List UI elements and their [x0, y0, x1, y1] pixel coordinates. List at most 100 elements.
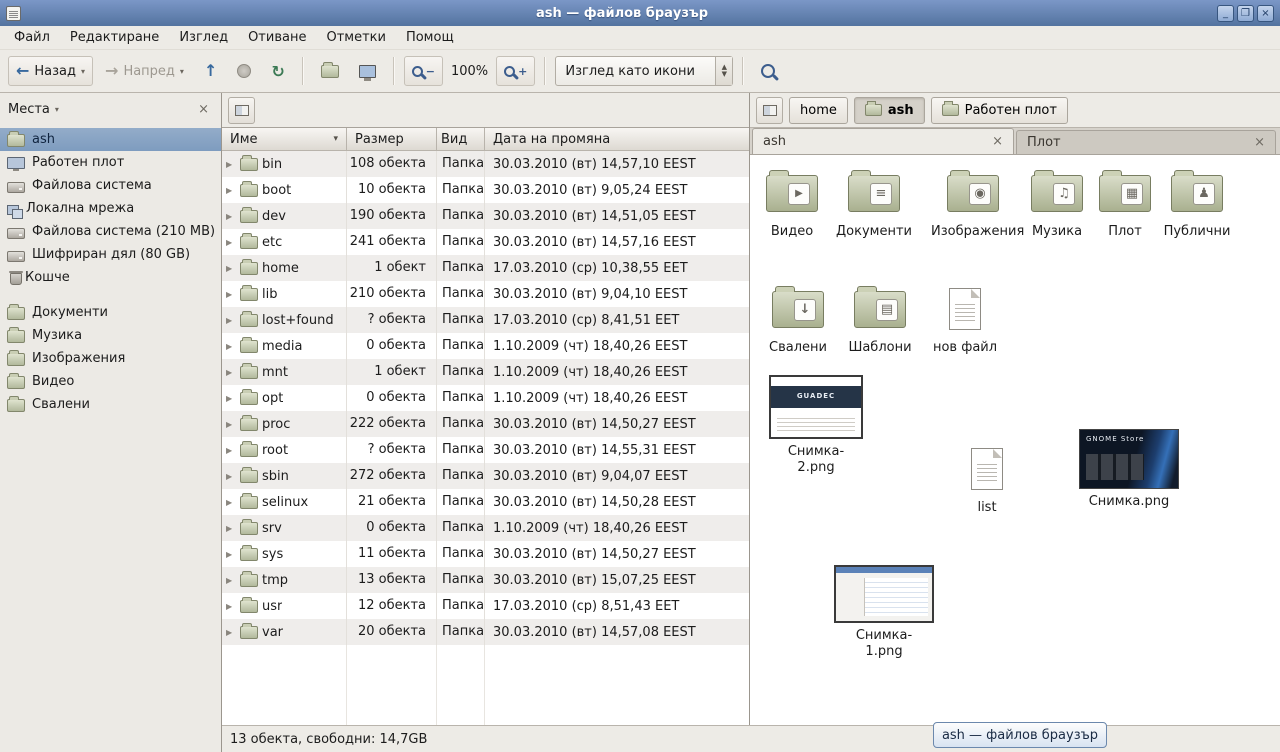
sidebar-item[interactable]: Изображения [0, 347, 221, 370]
tab-close-icon[interactable] [1254, 135, 1265, 150]
table-row[interactable]: ▶ sys 11 обекта Папка 30.03.2010 (вт) 14… [222, 541, 749, 567]
file-icon-item[interactable]: Документи [836, 167, 912, 240]
file-icon-item[interactable]: Музика [1019, 167, 1095, 240]
menu-item[interactable]: Редактиране [60, 26, 169, 49]
table-row[interactable]: ▶ tmp 13 обекта Папка 30.03.2010 (вт) 15… [222, 567, 749, 593]
sidebar-item[interactable]: Шифриран дял (80 GB) [0, 243, 221, 266]
tab-close-icon[interactable] [992, 134, 1003, 149]
table-row[interactable]: ▶ lib 210 обекта Папка 30.03.2010 (вт) 9… [222, 281, 749, 307]
file-icon-item[interactable]: нов файл [927, 283, 1003, 356]
column-header-type[interactable]: Вид [437, 128, 485, 151]
file-icon-item[interactable]: GUADEC Снимка-2.png [766, 375, 866, 477]
view-mode-select[interactable]: Изглед като икони ▲ ▼ [555, 56, 733, 86]
tab[interactable]: ash [752, 128, 1014, 154]
pathbar-button[interactable]: ash [854, 97, 925, 124]
expander-icon[interactable]: ▶ [226, 368, 236, 377]
zoom-out-button[interactable]: − [404, 56, 443, 86]
file-icon-item[interactable]: Снимка-1.png [830, 565, 938, 661]
sidebar-item[interactable]: Файлова система [0, 174, 221, 197]
file-icon-item[interactable]: Шаблони [842, 283, 918, 356]
table-row[interactable]: ▶ sbin 272 обекта Папка 30.03.2010 (вт) … [222, 463, 749, 489]
pathbar-button[interactable]: home [789, 97, 848, 124]
expander-icon[interactable]: ▶ [226, 238, 236, 247]
column-header-name[interactable]: Име ▾ [222, 128, 347, 151]
file-icon-item[interactable]: Публични [1159, 167, 1235, 240]
expander-icon[interactable]: ▶ [226, 212, 236, 221]
file-icon-item[interactable]: Видео [754, 167, 830, 240]
titlebar[interactable]: ash — файлов браузър _ ❐ × [0, 0, 1280, 26]
sidebar-item[interactable]: Документи [0, 301, 221, 324]
sidebar-item[interactable]: Кошче [0, 266, 221, 289]
table-row[interactable]: ▶ usr 12 обекта Папка 17.03.2010 (ср) 8,… [222, 593, 749, 619]
expander-icon[interactable]: ▶ [226, 342, 236, 351]
expander-icon[interactable]: ▶ [226, 550, 236, 559]
back-button[interactable]: ← Назад ▾ [8, 56, 93, 86]
expander-icon[interactable]: ▶ [226, 186, 236, 195]
menu-item[interactable]: Помощ [396, 26, 464, 49]
minimize-button[interactable]: _ [1217, 5, 1234, 22]
table-row[interactable]: ▶ root ? обекта Папка 30.03.2010 (вт) 14… [222, 437, 749, 463]
pathbar-button[interactable]: Работен плот [931, 97, 1068, 124]
file-icon-item[interactable]: Свалени [760, 283, 836, 356]
table-row[interactable]: ▶ boot 10 обекта Папка 30.03.2010 (вт) 9… [222, 177, 749, 203]
table-row[interactable]: ▶ var 20 обекта Папка 30.03.2010 (вт) 14… [222, 619, 749, 645]
table-row[interactable]: ▶ bin 108 обекта Папка 30.03.2010 (вт) 1… [222, 151, 749, 177]
file-icon-item[interactable]: Плот [1087, 167, 1163, 240]
icon-view[interactable]: Видео Документи Изображения [750, 154, 1280, 725]
close-button[interactable]: × [1257, 5, 1274, 22]
table-row[interactable]: ▶ mnt 1 обект Папка 1.10.2009 (чт) 18,40… [222, 359, 749, 385]
expander-icon[interactable]: ▶ [226, 498, 236, 507]
column-header-date[interactable]: Дата на промяна [485, 128, 749, 151]
sidebar-item[interactable]: Локална мрежа [0, 197, 221, 220]
taskbar-window-button[interactable]: ash — файлов браузър [933, 722, 1107, 748]
expander-icon[interactable]: ▶ [226, 628, 236, 637]
expander-icon[interactable]: ▶ [226, 446, 236, 455]
expander-icon[interactable]: ▶ [226, 264, 236, 273]
expander-icon[interactable]: ▶ [226, 290, 236, 299]
zoom-in-button[interactable]: + [496, 56, 535, 86]
sidebar-title[interactable]: Места [8, 102, 50, 117]
sidebar-item[interactable]: Музика [0, 324, 221, 347]
sidebar-item[interactable]: ash [0, 128, 221, 151]
table-row[interactable]: ▶ selinux 21 обекта Папка 30.03.2010 (вт… [222, 489, 749, 515]
menu-item[interactable]: Отметки [316, 26, 395, 49]
reload-button[interactable]: ↻ [263, 56, 292, 86]
table-row[interactable]: ▶ srv 0 обекта Папка 1.10.2009 (чт) 18,4… [222, 515, 749, 541]
table-row[interactable]: ▶ proc 222 обекта Папка 30.03.2010 (вт) … [222, 411, 749, 437]
expander-icon[interactable]: ▶ [226, 394, 236, 403]
file-icon-item[interactable]: GNOME Store Снимка.png [1075, 429, 1183, 510]
sidebar-close-icon[interactable]: × [194, 101, 213, 118]
expander-icon[interactable]: ▶ [226, 602, 236, 611]
expander-icon[interactable]: ▶ [226, 524, 236, 533]
sidebar-item[interactable]: Видео [0, 370, 221, 393]
menu-item[interactable]: Отиване [238, 26, 316, 49]
table-row[interactable]: ▶ media 0 обекта Папка 1.10.2009 (чт) 18… [222, 333, 749, 359]
tab[interactable]: Плот [1016, 130, 1276, 154]
menu-item[interactable]: Файл [4, 26, 60, 49]
column-header-size[interactable]: Размер [347, 128, 437, 151]
sidebar-item[interactable]: Работен плот [0, 151, 221, 174]
view-mode-spinner-icon[interactable]: ▲ ▼ [715, 57, 732, 85]
up-button[interactable]: ↑ [196, 56, 225, 86]
menu-item[interactable]: Изглед [169, 26, 238, 49]
file-icon-item[interactable]: list [949, 443, 1025, 516]
expander-icon[interactable]: ▶ [226, 420, 236, 429]
expander-icon[interactable]: ▶ [226, 576, 236, 585]
table-row[interactable]: ▶ dev 190 обекта Папка 30.03.2010 (вт) 1… [222, 203, 749, 229]
stop-button[interactable] [229, 56, 259, 86]
sidebar-item[interactable]: Свалени [0, 393, 221, 416]
expander-icon[interactable]: ▶ [226, 160, 236, 169]
search-button[interactable] [753, 56, 783, 86]
forward-button[interactable]: → Напред ▾ [97, 56, 192, 86]
expander-icon[interactable]: ▶ [226, 316, 236, 325]
table-row[interactable]: ▶ lost+found ? обекта Папка 17.03.2010 (… [222, 307, 749, 333]
table-row[interactable]: ▶ opt 0 обекта Папка 1.10.2009 (чт) 18,4… [222, 385, 749, 411]
file-icon-item[interactable]: Изображения [931, 167, 1015, 240]
pathbar-root-button[interactable] [756, 97, 783, 124]
sidebar-chevron-icon[interactable]: ▾ [55, 105, 59, 114]
table-row[interactable]: ▶ etc 241 обекта Папка 30.03.2010 (вт) 1… [222, 229, 749, 255]
pathbar-root-button[interactable] [228, 97, 255, 124]
expander-icon[interactable]: ▶ [226, 472, 236, 481]
computer-button[interactable] [351, 56, 384, 86]
table-row[interactable]: ▶ home 1 обект Папка 17.03.2010 (ср) 10,… [222, 255, 749, 281]
